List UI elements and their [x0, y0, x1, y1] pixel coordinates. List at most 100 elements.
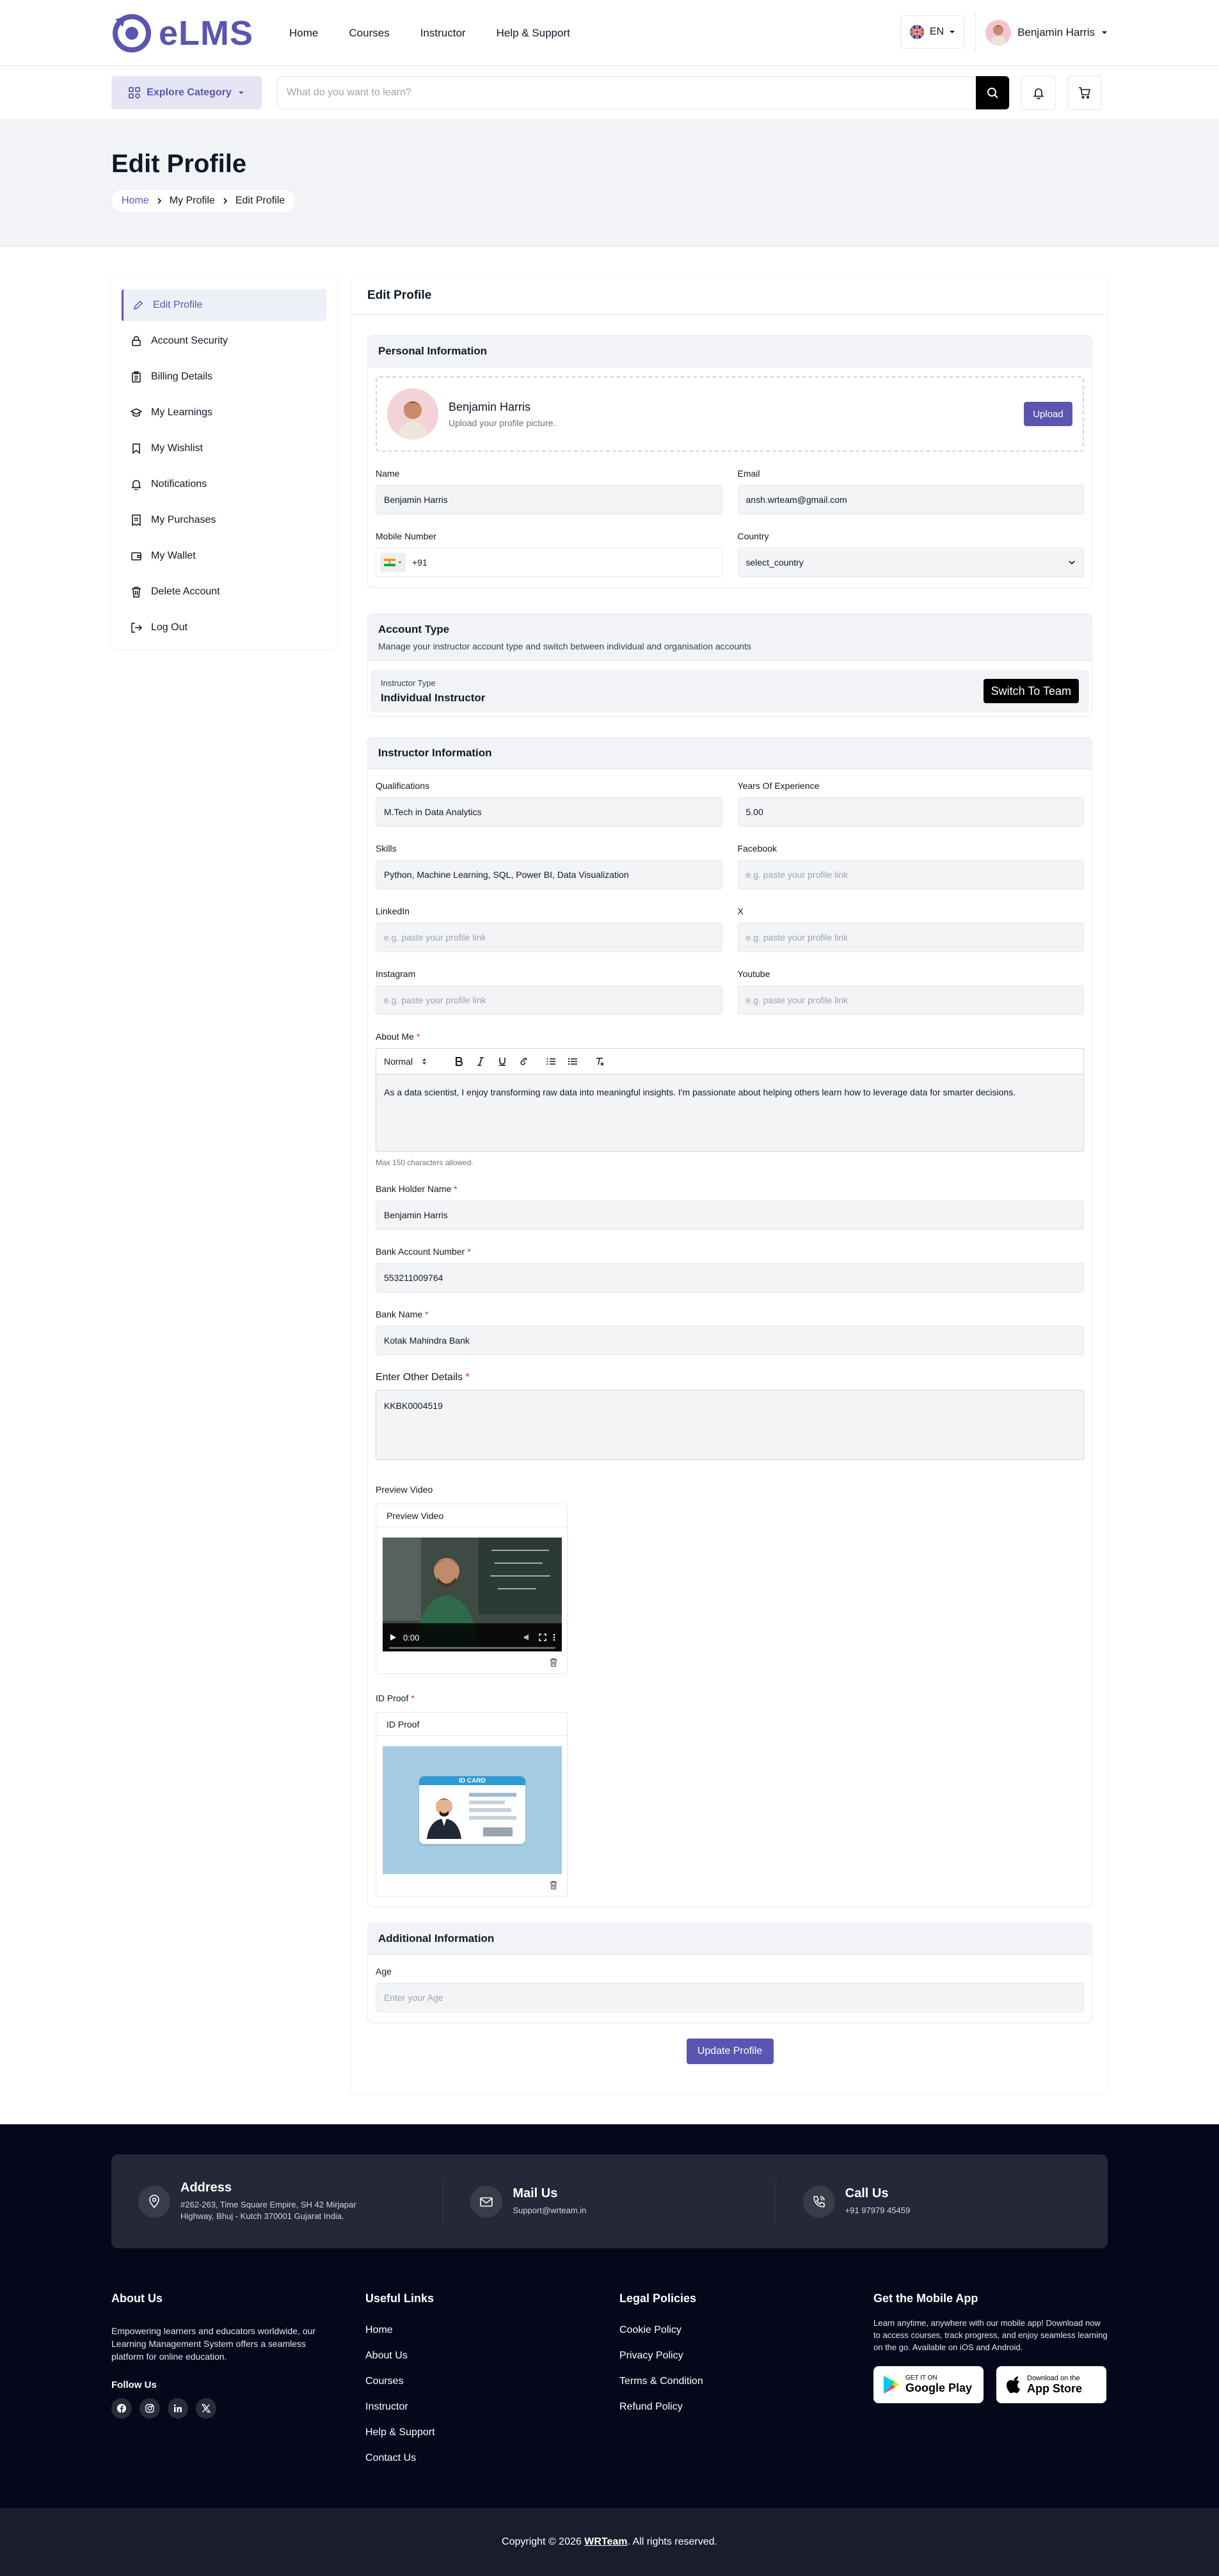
preview-video-player[interactable]: 0:00 [383, 1538, 562, 1651]
linkedin-icon[interactable] [168, 2398, 188, 2419]
sidebar-item-log-out[interactable]: Log Out [122, 612, 326, 644]
mail-value[interactable]: Support@wrteam.in [513, 2205, 586, 2216]
nav-help-support[interactable]: Help & Support [497, 27, 570, 40]
google-play-small: GET IT ON [905, 2374, 937, 2381]
id-proof-image[interactable]: ID CARD [383, 1746, 562, 1874]
email-input[interactable]: ansh.wrteam@gmail.com [737, 485, 1084, 514]
footer-link-terms[interactable]: Terms & Condition [619, 2376, 873, 2387]
edit-icon [133, 300, 143, 310]
card-title: Instructor Information [378, 747, 492, 759]
qualifications-input[interactable]: M.Tech in Data Analytics [376, 797, 722, 827]
language-selector[interactable]: EN [900, 15, 964, 49]
call-block: Call Us +91 97979 45459 [775, 2179, 1108, 2224]
nav-home[interactable]: Home [289, 27, 318, 40]
search-button[interactable] [976, 76, 1009, 109]
ordered-list-button[interactable] [544, 1054, 558, 1069]
search-input[interactable] [278, 76, 976, 109]
follow-title: Follow Us [111, 2380, 157, 2390]
sidebar-item-notifications[interactable]: Notifications [122, 468, 326, 500]
sidebar-item-my-learnings[interactable]: My Learnings [122, 397, 326, 429]
instagram-input[interactable]: e.g. paste your profile link [376, 985, 722, 1015]
sidebar-item-delete-account[interactable]: Delete Account [122, 576, 326, 608]
skills-input[interactable]: Python, Machine Learning, SQL, Power BI,… [376, 860, 722, 889]
brand-logo[interactable]: eLMS [111, 13, 253, 54]
bold-button[interactable] [452, 1054, 466, 1069]
name-input[interactable]: Benjamin Harris [376, 485, 722, 514]
legal-title: Legal Policies [619, 2292, 697, 2305]
linkedin-input[interactable]: e.g. paste your profile link [376, 923, 722, 952]
x-icon[interactable] [196, 2398, 216, 2419]
bank-holder-input[interactable]: Benjamin Harris [376, 1200, 1084, 1230]
bullet-list-button[interactable] [566, 1054, 580, 1069]
x-input[interactable]: e.g. paste your profile link [737, 923, 1084, 952]
update-profile-button[interactable]: Update Profile [686, 2039, 774, 2064]
copyright-suffix: . All rights reserved. [627, 2536, 717, 2547]
call-value[interactable]: +91 97979 45459 [845, 2205, 911, 2216]
trash-icon[interactable] [549, 1880, 558, 1889]
facebook-icon[interactable] [111, 2398, 132, 2419]
footer-link-cookie-policy[interactable]: Cookie Policy [619, 2325, 873, 2336]
facebook-input[interactable]: e.g. paste your profile link [737, 860, 1084, 889]
clear-format-button[interactable] [593, 1054, 607, 1069]
notifications-button[interactable] [1021, 75, 1056, 110]
video-progress-bar[interactable] [389, 1647, 555, 1649]
footer-link-privacy-policy[interactable]: Privacy Policy [619, 2350, 873, 2362]
breadcrumb-home[interactable]: Home [122, 195, 149, 207]
cart-button[interactable] [1067, 75, 1102, 110]
experience-input[interactable]: 5.00 [737, 797, 1084, 827]
footer-link-contact-us[interactable]: Contact Us [365, 2453, 619, 2464]
sidebar-item-my-wishlist[interactable]: My Wishlist [122, 433, 326, 465]
instagram-icon[interactable] [139, 2398, 160, 2419]
footer-link-home[interactable]: Home [365, 2325, 619, 2336]
sidebar-item-my-purchases[interactable]: My Purchases [122, 504, 326, 536]
app-store-small: Download on the [1027, 2374, 1080, 2382]
nav-courses[interactable]: Courses [349, 27, 389, 40]
underline-button[interactable] [495, 1054, 509, 1069]
switch-to-team-button[interactable]: Switch To Team [983, 679, 1079, 703]
other-details-textarea[interactable]: KKBK0004519 [376, 1390, 1084, 1460]
footer-about: About Us Empowering learners and educato… [111, 2292, 365, 2478]
italic-button[interactable] [474, 1054, 488, 1069]
upload-button[interactable]: Upload [1024, 402, 1072, 426]
about-text: Empowering learners and educators worldw… [111, 2326, 316, 2362]
qualifications-label: Qualifications [376, 781, 430, 791]
footer-link-instructor[interactable]: Instructor [365, 2401, 619, 2413]
country-code-selector[interactable] [380, 553, 406, 572]
google-play-button[interactable]: GET IT ON Google Play [873, 2366, 984, 2403]
age-input[interactable]: Enter your Age [376, 1983, 1084, 2012]
bank-account-input[interactable]: 553211009764 [376, 1263, 1084, 1292]
profile-picture [387, 388, 438, 440]
country-select[interactable]: select_country [737, 548, 1084, 577]
mobile-input[interactable]: +91 [376, 548, 722, 577]
sidebar-item-my-wallet[interactable]: My Wallet [122, 540, 326, 572]
breadcrumb-my-profile[interactable]: My Profile [170, 195, 215, 207]
sidebar-item-account-security[interactable]: Account Security [122, 325, 326, 357]
footer-link-about-us[interactable]: About Us [365, 2350, 619, 2362]
about-me-editor[interactable]: As a data scientist, I enjoy transformin… [376, 1074, 1083, 1151]
nav-instructor[interactable]: Instructor [420, 27, 466, 40]
bank-name-input[interactable]: Kotak Mahindra Bank [376, 1326, 1084, 1355]
sidebar-item-edit-profile[interactable]: Edit Profile [122, 289, 326, 321]
social-links [111, 2398, 365, 2419]
chevron-right-icon [223, 198, 227, 204]
explore-category-button[interactable]: Explore Category [111, 76, 262, 109]
volume-icon[interactable] [523, 1634, 532, 1641]
play-icon[interactable] [389, 1634, 397, 1641]
fullscreen-icon[interactable] [539, 1634, 546, 1641]
footer-link-help-support[interactable]: Help & Support [365, 2427, 619, 2438]
link-button[interactable] [517, 1054, 531, 1069]
name-label: Name [376, 468, 400, 479]
footer-link-courses[interactable]: Courses [365, 2376, 619, 2387]
format-dropdown[interactable]: Normal [384, 1056, 444, 1067]
youtube-input[interactable]: e.g. paste your profile link [737, 985, 1084, 1015]
user-menu[interactable]: Benjamin Harris [985, 15, 1108, 50]
id-card-line [469, 1816, 516, 1820]
sidebar-item-billing-details[interactable]: Billing Details [122, 361, 326, 393]
trash-icon[interactable] [549, 1658, 558, 1667]
copyright-brand-link[interactable]: WRTeam [584, 2536, 627, 2548]
underline-icon [499, 1057, 506, 1066]
more-options-icon[interactable] [553, 1634, 555, 1641]
sidebar-item-label: Billing Details [151, 371, 213, 382]
app-store-button[interactable]: Download on the App Store [996, 2366, 1106, 2403]
footer-link-refund-policy[interactable]: Refund Policy [619, 2401, 873, 2413]
